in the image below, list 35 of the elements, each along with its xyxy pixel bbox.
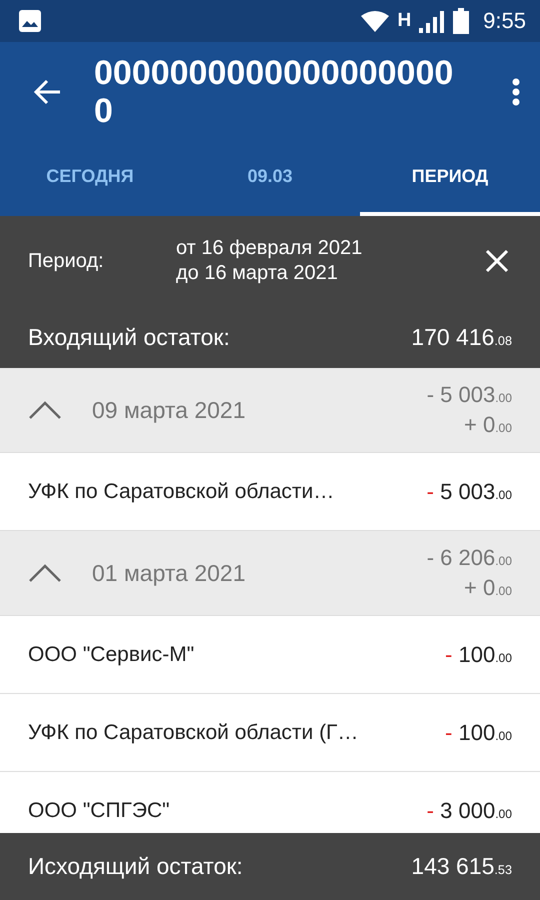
wifi-icon	[361, 10, 390, 32]
transaction-amount: - 100.00	[445, 720, 512, 746]
transaction-amount: - 3 000.00	[426, 798, 512, 824]
opening-balance-label: Входящий остаток:	[28, 324, 230, 350]
tab[interactable]: 09.03	[180, 140, 360, 216]
period-from: от 16 февраля 2021	[176, 236, 362, 261]
date-group-header[interactable]: 09 марта 2021 - 5 003.00 + 0.00	[0, 368, 540, 453]
transaction-row[interactable]: УФК по Саратовской области (Г… - 100.00	[0, 694, 540, 772]
credit-total: + 0.00	[464, 412, 512, 438]
payee-name: ООО "СПГЭС"	[28, 798, 170, 822]
signal-icon	[419, 9, 446, 33]
period-label: Период:	[28, 250, 105, 272]
image-icon	[18, 9, 42, 33]
transaction-row[interactable]: ООО "Сервис-М" - 100.00	[0, 616, 540, 694]
network-type: H	[397, 10, 412, 32]
transaction-amount: - 100.00	[445, 642, 512, 668]
date-group-header[interactable]: 01 марта 2021 - 6 206.00 + 0.00	[0, 531, 540, 616]
group-date: 01 марта 2021	[92, 560, 246, 586]
credit-total: + 0.00	[464, 575, 512, 601]
closing-balance-label: Исходящий остаток:	[28, 853, 243, 880]
closing-balance-amount: 143 615.53	[411, 853, 512, 880]
transaction-amount: - 5 003.00	[426, 478, 512, 504]
period-to: до 16 марта 2021	[176, 261, 339, 286]
more-vertical-icon[interactable]	[512, 78, 520, 106]
battery-icon	[453, 8, 470, 34]
debit-total: - 6 206.00	[426, 545, 512, 571]
payee-name: УФК по Саратовской области…	[28, 480, 334, 504]
payee-name: ООО "Сервис-М"	[28, 642, 194, 666]
account-title: 00000000000000000000	[94, 54, 454, 130]
clock-time: 9:55	[483, 8, 526, 34]
debit-total: - 5 003.00	[426, 382, 512, 408]
group-date: 09 марта 2021	[92, 396, 246, 424]
tab[interactable]: СЕГОДНЯ	[0, 140, 180, 216]
payee-name: УФК по Саратовской области (Г…	[28, 720, 358, 744]
opening-balance-amount: 170 416.08	[411, 324, 512, 350]
